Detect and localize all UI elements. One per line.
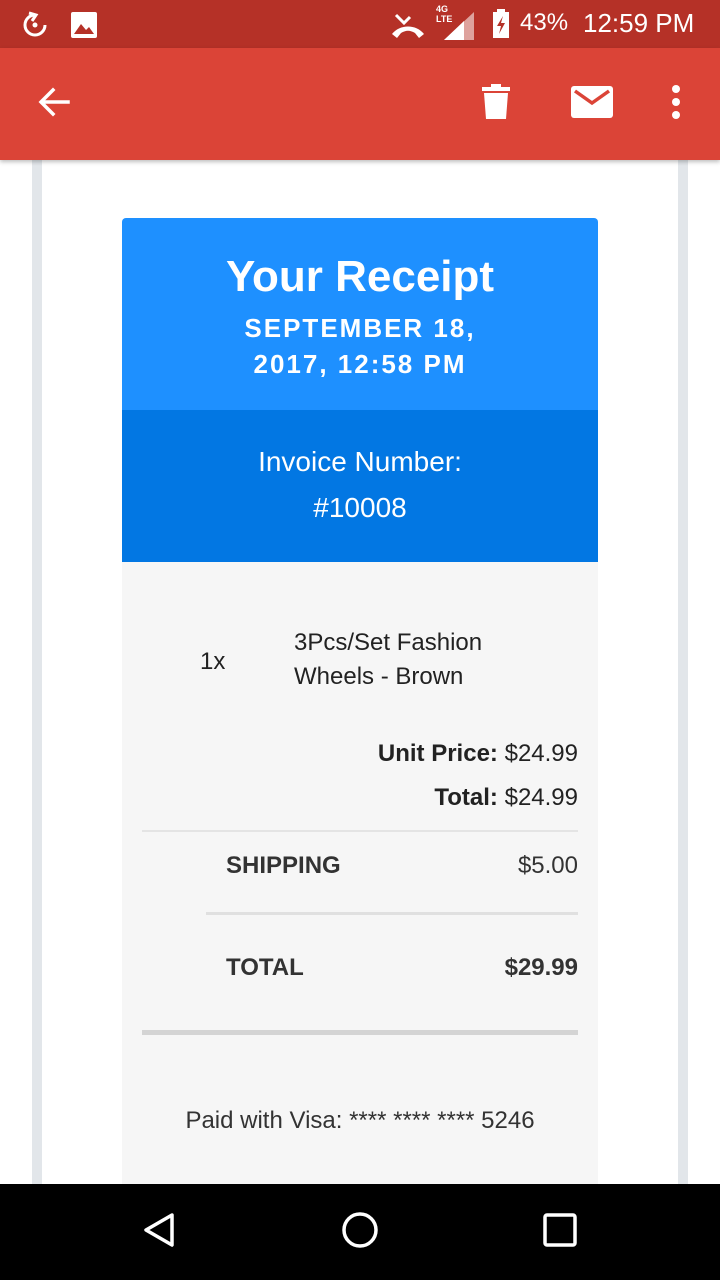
nav-recents-icon [540, 1210, 580, 1255]
unit-price-label: Unit Price: [377, 740, 498, 767]
navigation-bar [0, 1184, 720, 1280]
nav-back-icon [140, 1210, 180, 1255]
missed-call-icon [388, 10, 428, 45]
email-frame-border [678, 160, 688, 1184]
app-bar [0, 48, 720, 160]
receipt-card: Your Receipt SEPTEMBER 18, 2017, 12:58 P… [122, 218, 598, 1184]
item-name: 3Pcs/Set Fashion Wheels - Brown [294, 629, 483, 690]
mail-icon [571, 85, 613, 123]
order-total-value: $29.99 [504, 954, 578, 981]
receipt-header: Your Receipt SEPTEMBER 18, 2017, 12:58 P… [122, 218, 598, 410]
battery-percent: 43% [520, 9, 569, 36]
network-type-label: 4G LTE [436, 4, 453, 24]
email-frame-border [32, 160, 42, 1184]
mark-unread-button[interactable] [564, 76, 620, 132]
battery-icon [492, 9, 510, 44]
more-vert-icon [671, 84, 681, 124]
email-body[interactable]: Your Receipt SEPTEMBER 18, 2017, 12:58 P… [0, 160, 720, 1184]
nav-home-icon [340, 1210, 380, 1255]
invoice-number: #10008 [313, 492, 407, 523]
more-options-button[interactable] [656, 76, 696, 132]
item-total-value: $24.99 [504, 784, 578, 811]
nav-recents-button[interactable] [536, 1208, 584, 1256]
image-notification-icon [70, 11, 98, 44]
payment-method: Paid with Visa: **** **** **** 5246 [185, 1107, 535, 1134]
shipping-label: SHIPPING [226, 852, 341, 879]
nav-back-button[interactable] [136, 1208, 184, 1256]
clock: 12:59 PM [583, 8, 695, 38]
unit-price-value: $24.99 [504, 740, 578, 767]
receipt-date: SEPTEMBER 18, 2017, 12:58 PM [244, 313, 476, 379]
item-total-row: Total: $24.99 [434, 784, 578, 812]
item-quantity: 1x [200, 648, 226, 675]
order-total-label: TOTAL [226, 954, 304, 981]
delete-button[interactable] [468, 76, 524, 132]
status-bar: 4G LTE 43% 12:59 PM [0, 0, 720, 48]
unit-price-row: Unit Price: $24.99 [378, 740, 578, 768]
divider [142, 830, 578, 832]
item-total-label: Total: [434, 784, 498, 811]
back-button[interactable] [26, 76, 82, 132]
delete-icon [482, 83, 510, 125]
nav-home-button[interactable] [336, 1208, 384, 1256]
receipt-body: 1x 3Pcs/Set Fashion Wheels - Brown Unit … [122, 562, 598, 1184]
back-arrow-icon [36, 84, 72, 125]
receipt-title: Your Receipt [225, 252, 495, 301]
sync-icon [20, 10, 50, 45]
divider [206, 912, 578, 915]
invoice-label: Invoice Number: [258, 446, 462, 477]
invoice-band: Invoice Number: #10008 [122, 410, 598, 562]
shipping-value: $5.00 [517, 852, 578, 879]
divider [142, 1030, 578, 1035]
